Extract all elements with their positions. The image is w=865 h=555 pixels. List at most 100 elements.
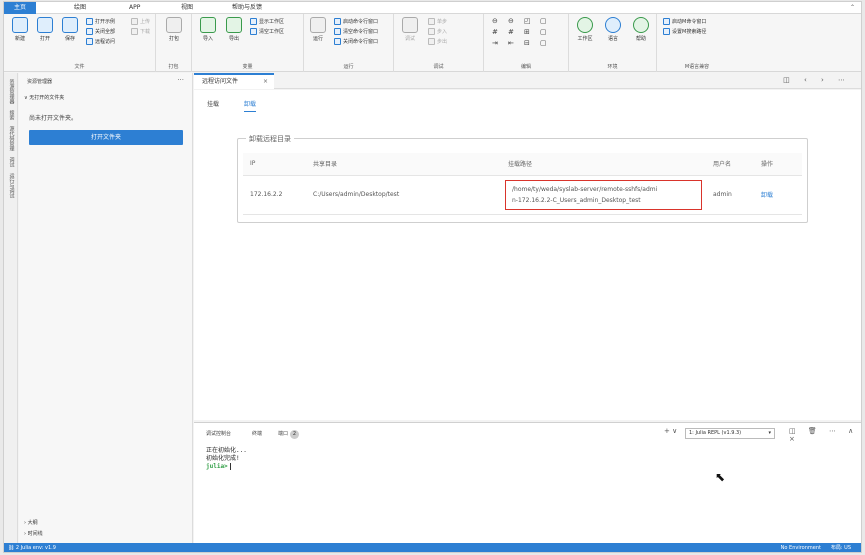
clear-terminal-icon [334, 28, 341, 35]
status-bar: ⛓ 2 Julia env: v1.9 No Environment 布局: U… [4, 543, 861, 552]
help-button[interactable]: 帮助 [629, 17, 653, 42]
editor-actions[interactable]: ◫ ‹ › ⋯ [783, 76, 851, 84]
export-button[interactable]: 导出 [224, 17, 244, 42]
mount-path-line1: /home/ty/weda/syslab-server/remote-sshfs… [512, 185, 658, 193]
activity-explorer[interactable]: 资源管理器 [7, 79, 15, 104]
tab-remote-access-file[interactable]: 远程访问文件 × [194, 73, 274, 89]
outdent-icon[interactable]: ⇤ [508, 39, 514, 47]
sidebar-timeline[interactable]: › 时间线 [24, 530, 43, 537]
ribbon-tab-plot[interactable]: 绘图 [74, 2, 86, 14]
tab-mount[interactable]: 挂载 [207, 99, 219, 108]
comment-icon[interactable]: # [492, 28, 498, 36]
close-cmd-button[interactable]: 关闭命令行窗口 [334, 38, 378, 47]
panel-tools[interactable]: ◫ 🗑 ⋯ ∧ × [789, 427, 861, 443]
new-label: 新建 [14, 36, 25, 42]
pack-button[interactable]: 打包 [164, 17, 184, 42]
open-button[interactable]: 打开 [35, 17, 55, 42]
indent-icon[interactable]: ⇥ [492, 39, 498, 47]
activity-bar: 资源管理器 搜索 源代码管理 调试 运行与调试 [4, 73, 18, 543]
ribbon-collapse-icon[interactable]: ⌃ [850, 4, 855, 11]
terminal-output[interactable]: 正在初始化... 初始化完成! julia> [206, 447, 247, 471]
square-icon[interactable]: ▢ [540, 39, 547, 47]
activity-debug[interactable]: 调试 [7, 157, 15, 167]
col-ip: IP [243, 153, 306, 176]
clear-cmd-button[interactable]: 清空命令行窗口 [334, 28, 378, 37]
step-in-label: 步入 [437, 29, 448, 35]
fold-icon[interactable]: ⊟ [524, 39, 530, 47]
step-in-button[interactable]: 步入 [428, 28, 447, 37]
box-icon[interactable]: ▢ [540, 28, 547, 36]
undo-icon[interactable]: ⊖ [492, 17, 498, 25]
export-icon [226, 17, 242, 33]
step-icon [428, 18, 435, 25]
start-m-button[interactable]: 启动M命令窗口 [663, 18, 706, 27]
run-button[interactable]: 运行 [308, 17, 328, 42]
wrap-icon[interactable]: ⊞ [524, 28, 530, 36]
save-button[interactable]: 保存 [60, 17, 80, 42]
status-environment[interactable]: No Environment [781, 543, 821, 552]
ribbon-tab-home[interactable]: 主页 [4, 2, 37, 14]
ribbon-group-edit: ⊖ # ⇥ ⊖ # ⇤ ◰ ⊞ ⊟ ▢ ▢ ▢ 编辑 [484, 14, 569, 72]
play-icon [310, 17, 326, 33]
step-out-button[interactable]: 步出 [428, 38, 447, 47]
download-button[interactable]: 下载 [131, 28, 150, 37]
sidebar-section-no-folder[interactable]: ∨ 无打开的文件夹 [24, 94, 64, 101]
sidebar-outline[interactable]: › 大纲 [24, 519, 38, 526]
tab-terminal[interactable]: 终端 [252, 430, 262, 437]
activity-run[interactable]: 运行与调试 [7, 173, 15, 198]
show-workspace-button[interactable]: 显示工作区 [250, 18, 284, 27]
tab-debug-console[interactable]: 调试控制台 [206, 430, 231, 437]
ribbon-tab-app[interactable]: APP [129, 2, 140, 14]
activity-search[interactable]: 搜索 [7, 110, 15, 120]
ribbon-tab-view[interactable]: 视图 [181, 2, 193, 14]
export-label: 导出 [228, 36, 239, 42]
path-icon [663, 28, 670, 35]
remote-access-label: 远程访问 [95, 39, 116, 45]
language-button[interactable]: 语言 [601, 17, 625, 42]
close-cmd-label: 关闭命令行窗口 [343, 39, 379, 45]
close-all-button[interactable]: 关闭全部 [86, 28, 115, 37]
group-label-env: 环境 [607, 64, 618, 70]
table-header-row: IP 共享目录 挂载路径 用户名 操作 [243, 153, 802, 176]
ribbon-group-m: 启动M命令窗口 设置M搜索路径 M语言兼容 [657, 14, 737, 72]
remote-access-button[interactable]: 远程访问 [86, 38, 115, 47]
flag-icon[interactable]: ▢ [540, 17, 547, 25]
redo-icon[interactable]: ⊖ [508, 17, 514, 25]
upload-button[interactable]: 上传 [131, 18, 150, 27]
ribbon-tab-help[interactable]: 帮助与反馈 [232, 2, 262, 14]
group-label-debug: 调试 [433, 64, 444, 70]
debug-icon [402, 17, 418, 33]
set-m-path-button[interactable]: 设置M搜索路径 [663, 28, 706, 37]
debug-button[interactable]: 调试 [400, 17, 420, 42]
timeline-label: 时间线 [27, 531, 43, 537]
status-layout[interactable]: 布局: US [831, 543, 851, 552]
set-m-path-label: 设置M搜索路径 [672, 29, 707, 35]
uncomment-icon[interactable]: # [508, 28, 514, 36]
more-icon[interactable]: ··· [177, 76, 184, 84]
bottom-panel: 调试控制台 终端 端口 2 + ∨ 1: Julia REPL (v1.9.3) … [194, 422, 861, 543]
step-button[interactable]: 单步 [428, 18, 447, 27]
close-icon[interactable]: × [263, 75, 268, 88]
table-row: 172.16.2.2 C:/Users/admin/Desktop/test /… [243, 175, 802, 215]
new-button[interactable]: 新建 [10, 17, 30, 42]
clear-workspace-button[interactable]: 清空工作区 [250, 28, 284, 37]
bookmark-icon[interactable]: ◰ [524, 17, 531, 25]
add-terminal-icon[interactable]: + ∨ [664, 427, 677, 435]
activity-scm[interactable]: 源代码管理 [7, 126, 15, 151]
workspace-button[interactable]: 工作区 [573, 17, 597, 42]
import-button[interactable]: 导入 [198, 17, 218, 42]
chevron-down-icon: ▾ [768, 430, 771, 436]
open-example-button[interactable]: 打开示例 [86, 18, 115, 27]
col-action: 操作 [754, 153, 802, 176]
new-file-icon [12, 17, 28, 33]
start-cmd-button[interactable]: 启动命令行窗口 [334, 18, 378, 27]
tab-unmount[interactable]: 卸载 [244, 99, 257, 112]
status-julia-env[interactable]: ⛓ 2 Julia env: v1.9 [8, 543, 56, 552]
unmount-link[interactable]: 卸载 [761, 192, 773, 199]
unmount-fieldset: 卸载远程目录 IP 共享目录 挂载路径 用户名 操作 172.16.2.2 C:… [237, 134, 808, 223]
globe-icon [605, 17, 621, 33]
tab-ports[interactable]: 端口 2 [278, 430, 300, 439]
import-icon [200, 17, 216, 33]
open-folder-button[interactable]: 打开文件夹 [29, 130, 183, 145]
terminal-select[interactable]: 1: Julia REPL (v1.9.3) ▾ [685, 428, 775, 439]
